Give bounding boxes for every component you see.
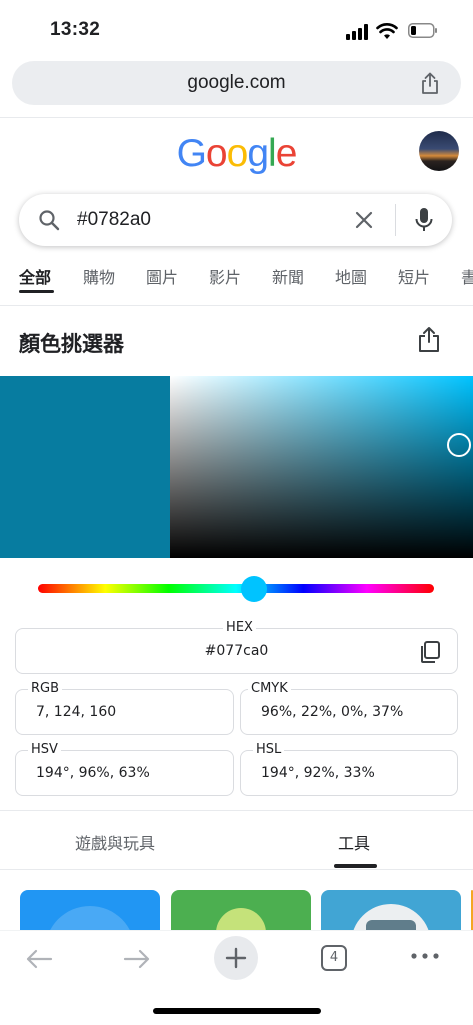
color-picker-title: 顏色挑選器 (19, 332, 124, 356)
divider (395, 204, 396, 236)
tab-shopping[interactable]: 購物 (83, 264, 115, 288)
hex-field[interactable]: HEX #077ca0 (15, 620, 458, 674)
logo-letter: o (205, 132, 228, 175)
color-picker-handle[interactable] (447, 433, 471, 457)
back-arrow-icon[interactable] (24, 947, 54, 971)
cmyk-label: CMYK (248, 681, 291, 696)
new-tab-button[interactable] (214, 936, 258, 980)
account-avatar[interactable] (419, 131, 459, 171)
tab-news[interactable]: 新聞 (272, 264, 304, 288)
copy-icon[interactable] (418, 640, 442, 664)
battery-icon (408, 23, 437, 38)
hsv-label: HSV (28, 742, 61, 757)
hsv-field[interactable]: HSV 194°, 96%, 63% (15, 742, 234, 796)
divider (0, 117, 473, 118)
microphone-icon[interactable] (413, 207, 435, 233)
hsl-field[interactable]: HSL 194°, 92%, 33% (240, 742, 458, 796)
share-icon[interactable] (418, 71, 442, 95)
logo-letter: e (275, 132, 298, 175)
cmyk-value[interactable]: 96%, 22%, 0%, 37% (261, 704, 403, 720)
divider (0, 305, 473, 306)
tab-all[interactable]: 全部 (19, 264, 51, 288)
tab-images[interactable]: 圖片 (146, 264, 178, 288)
hue-slider-handle[interactable] (241, 576, 267, 602)
hsl-label: HSL (253, 742, 285, 757)
status-time: 13:32 (50, 19, 101, 40)
hex-value[interactable]: #077ca0 (16, 643, 457, 659)
forward-arrow-icon[interactable] (122, 947, 152, 971)
rgb-value[interactable]: 7, 124, 160 (36, 704, 116, 720)
clear-icon[interactable] (353, 209, 375, 231)
cellular-signal-icon (346, 24, 368, 40)
active-tab-indicator (19, 290, 54, 293)
tab-games-and-toys[interactable]: 遊戲與玩具 (75, 830, 155, 854)
active-tab-indicator (334, 864, 377, 868)
plus-icon (225, 947, 247, 969)
divider (0, 869, 473, 870)
hsl-value[interactable]: 194°, 92%, 33% (261, 765, 375, 781)
hsv-value[interactable]: 194°, 96%, 63% (36, 765, 150, 781)
selected-color-swatch (0, 376, 170, 558)
divider (0, 810, 473, 811)
search-input[interactable]: #0782a0 (77, 194, 151, 246)
tab-switcher-button[interactable]: 4 (321, 945, 347, 971)
search-box[interactable]: #0782a0 (19, 194, 452, 246)
home-indicator (153, 1008, 321, 1014)
logo-letter: l (268, 132, 277, 175)
logo-letter: g (247, 132, 269, 175)
wifi-icon (376, 23, 398, 39)
rgb-label: RGB (28, 681, 63, 696)
address-bar-url: google.com (187, 72, 286, 93)
logo-letter: o (226, 132, 249, 175)
tab-maps[interactable]: 地圖 (335, 264, 367, 288)
hex-label: HEX (223, 620, 256, 635)
logo-letter: G (176, 132, 207, 175)
tab-books[interactable]: 書 (461, 264, 473, 288)
more-options-icon[interactable] (410, 949, 440, 963)
tab-short-videos[interactable]: 短片 (398, 264, 430, 288)
search-icon (39, 210, 60, 231)
rgb-field[interactable]: RGB 7, 124, 160 (15, 681, 234, 735)
cmyk-field[interactable]: CMYK 96%, 22%, 0%, 37% (240, 681, 458, 735)
google-logo[interactable]: Google (0, 132, 473, 176)
tab-videos[interactable]: 影片 (209, 264, 241, 288)
share-icon[interactable] (416, 325, 442, 353)
saturation-value-picker[interactable] (170, 376, 473, 558)
address-bar[interactable]: google.com (12, 61, 461, 105)
tab-tools[interactable]: 工具 (338, 830, 370, 854)
hue-slider[interactable] (38, 584, 434, 593)
